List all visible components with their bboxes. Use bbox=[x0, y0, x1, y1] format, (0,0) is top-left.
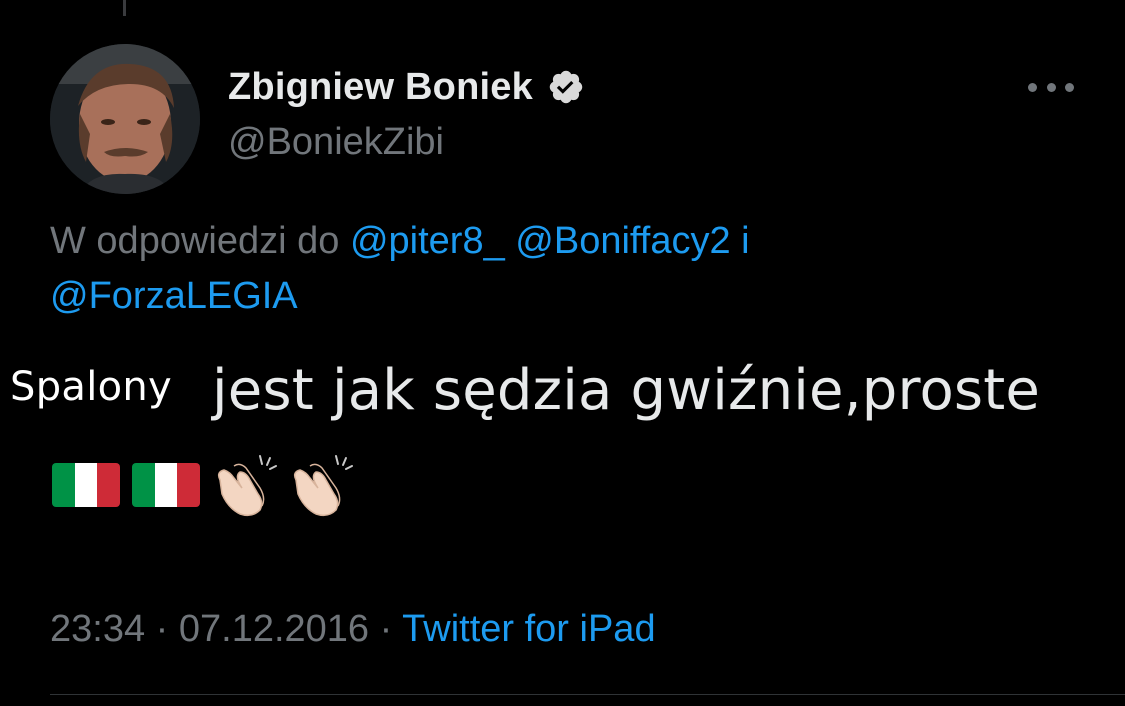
avatar[interactable] bbox=[50, 44, 200, 194]
italy-flag-icon bbox=[132, 463, 200, 507]
author-name-row: Zbigniew Boniek bbox=[228, 62, 585, 112]
mention-link[interactable]: @ForzaLEGIA bbox=[50, 275, 298, 317]
emoji-row bbox=[52, 450, 364, 520]
author-display-name[interactable]: Zbigniew Boniek bbox=[228, 66, 533, 109]
author-handle[interactable]: @BoniekZibi bbox=[228, 121, 444, 164]
meta-separator: · bbox=[155, 608, 169, 650]
verified-badge-icon bbox=[549, 70, 583, 104]
overlay-caption: Spalony bbox=[10, 364, 173, 410]
meta-separator: · bbox=[379, 608, 393, 650]
tweet-time[interactable]: 23:34 bbox=[50, 608, 145, 650]
mention-link[interactable]: @piter8_ bbox=[350, 220, 505, 262]
clapping-hands-icon bbox=[293, 455, 353, 517]
reply-prefix: W odpowiedzi do bbox=[50, 220, 340, 262]
tweet-text: jest jak sędzia gwiźnie,proste bbox=[212, 358, 1041, 423]
tweet-date[interactable]: 07.12.2016 bbox=[179, 608, 369, 650]
reply-context: W odpowiedzi do @piter8_ @Boniffacy2 i @… bbox=[50, 214, 1090, 324]
tweet-meta: 23:34 · 07.12.2016 · Twitter for iPad bbox=[50, 608, 656, 651]
italy-flag-icon bbox=[52, 463, 120, 507]
avatar-photo-icon bbox=[50, 44, 200, 194]
reply-conjunction: i bbox=[741, 220, 750, 262]
clapping-hands-icon bbox=[217, 455, 277, 517]
more-options-icon[interactable] bbox=[1028, 76, 1074, 98]
tweet-source-link[interactable]: Twitter for iPad bbox=[402, 608, 655, 650]
mention-link[interactable]: @Boniffacy2 bbox=[515, 220, 730, 262]
divider bbox=[50, 694, 1125, 695]
thread-connector-line bbox=[123, 0, 126, 16]
